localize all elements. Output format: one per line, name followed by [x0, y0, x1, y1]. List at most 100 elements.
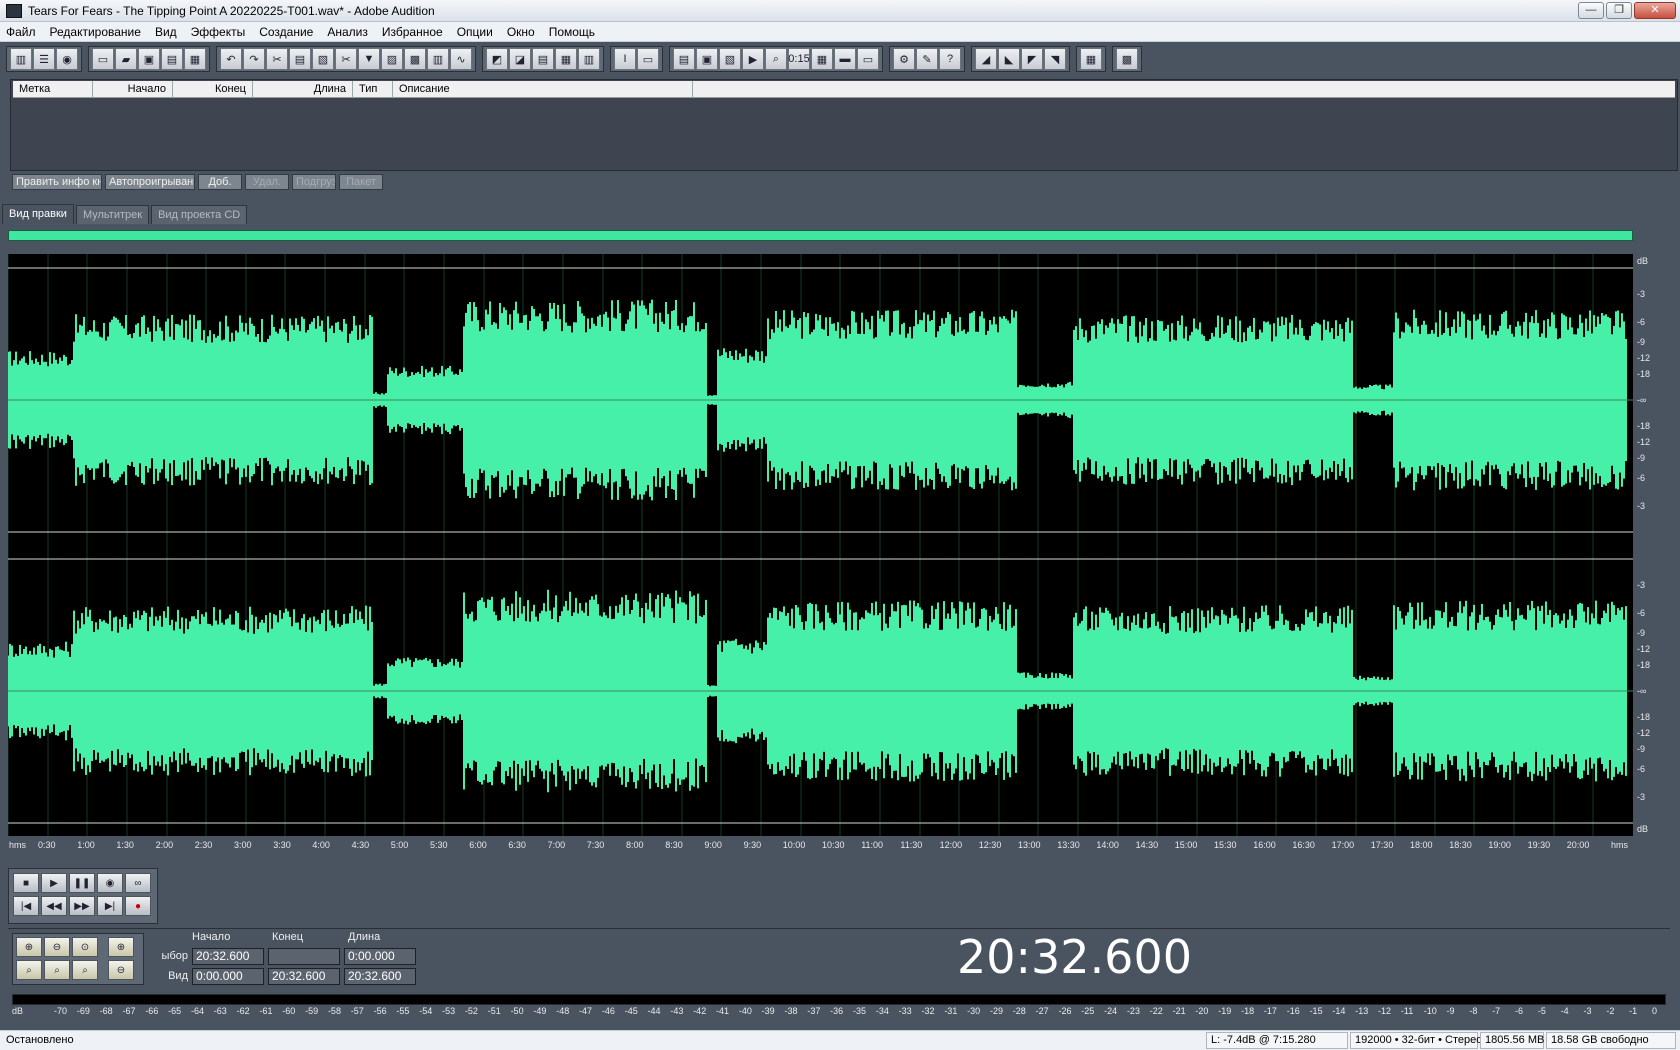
time-ruler[interactable]: hms hms 0:30 1:00 1:30 2:00 2:30 3:00 3:30 4:00…: [8, 836, 1633, 854]
new-file-icon[interactable]: ▭: [92, 48, 114, 70]
redo-icon[interactable]: ↷: [243, 48, 265, 70]
menu-help[interactable]: Помощь: [549, 25, 595, 39]
window-1-icon[interactable]: ▤: [673, 48, 695, 70]
column-start[interactable]: Начало: [93, 81, 173, 98]
silence-icon[interactable]: ◩: [486, 48, 508, 70]
tab-cd-project[interactable]: Вид проекта CD: [151, 205, 248, 224]
column-type[interactable]: Тип: [353, 81, 393, 98]
window-3-icon[interactable]: ▧: [719, 48, 741, 70]
edit-info-button[interactable]: Править инфо кна: [12, 174, 102, 190]
menu-analyze[interactable]: Анализ: [327, 25, 368, 39]
help-icon[interactable]: ?: [939, 48, 961, 70]
menu-favorites[interactable]: Избранное: [382, 25, 443, 39]
zoom-to-left-icon[interactable]: ⌕: [16, 960, 42, 980]
column-marker[interactable]: Метка: [13, 81, 93, 98]
selection-start-field[interactable]: 20:32.600: [192, 948, 264, 965]
selection-window-icon[interactable]: ▦: [811, 48, 833, 70]
play-to-end-icon[interactable]: ◉: [97, 873, 123, 893]
channel-right-icon[interactable]: ▥: [578, 48, 600, 70]
fast-forward-icon[interactable]: ▶▶: [69, 896, 95, 916]
status-window-icon[interactable]: ▭: [857, 48, 879, 70]
load-markers-button[interactable]: Подгруз: [292, 174, 336, 190]
view-length-field[interactable]: 20:32.600: [344, 968, 416, 985]
zoom-in-vertical-icon[interactable]: ⊕: [108, 937, 134, 957]
batch-button[interactable]: Пакет: [339, 174, 383, 190]
zoom-to-right-icon[interactable]: ⌕: [44, 960, 70, 980]
menu-effects[interactable]: Эффекты: [191, 25, 246, 39]
meter-tick-label: -36: [830, 1006, 844, 1016]
effect-4-icon[interactable]: ◥: [1044, 48, 1066, 70]
cut-icon[interactable]: ✂: [335, 48, 357, 70]
undo-icon[interactable]: ↶: [220, 48, 242, 70]
copy-new-icon[interactable]: ▧: [312, 48, 334, 70]
paste-icon[interactable]: ▼: [358, 48, 380, 70]
view-end-field[interactable]: 20:32.600: [268, 968, 340, 985]
copy-icon[interactable]: ▤: [289, 48, 311, 70]
mix-paste-icon[interactable]: ▩: [404, 48, 426, 70]
tab-edit-view[interactable]: Вид правки: [2, 204, 74, 224]
zoom-full-icon[interactable]: ⊙: [72, 937, 98, 957]
marquee-tool-icon[interactable]: ▭: [637, 48, 659, 70]
tab-multitrack[interactable]: Мультитрек: [75, 205, 150, 224]
column-description[interactable]: Описание: [393, 81, 693, 98]
add-marker-button[interactable]: Доб.: [198, 174, 242, 190]
spectral-icon[interactable]: ▩: [1116, 48, 1138, 70]
play-icon[interactable]: ▶: [41, 873, 67, 893]
channel-both-icon[interactable]: ▦: [555, 48, 577, 70]
zoom-out-horizontal-icon[interactable]: ⊖: [44, 937, 70, 957]
time-selection-tool-icon[interactable]: I: [614, 48, 636, 70]
pause-icon[interactable]: ❚❚: [69, 873, 95, 893]
effect-2-icon[interactable]: ◣: [998, 48, 1020, 70]
menu-edit[interactable]: Редактирование: [50, 25, 141, 39]
save-all-icon[interactable]: ▦: [184, 48, 206, 70]
autoplay-button[interactable]: Автопроигрывани: [105, 174, 195, 190]
go-to-end-icon[interactable]: ▶|: [97, 896, 123, 916]
menu-generate[interactable]: Создание: [259, 25, 313, 39]
zoom-in-horizontal-icon[interactable]: ⊕: [16, 937, 42, 957]
menu-window[interactable]: Окно: [507, 25, 535, 39]
transport-window-icon[interactable]: ▶: [742, 48, 764, 70]
effect-3-icon[interactable]: ◤: [1021, 48, 1043, 70]
channel-left-icon[interactable]: ▤: [532, 48, 554, 70]
zero-cross-icon[interactable]: ∿: [450, 48, 472, 70]
repeat-icon[interactable]: ✂: [266, 48, 288, 70]
cd-view-icon[interactable]: ◉: [56, 48, 78, 70]
selection-end-field[interactable]: [268, 948, 340, 965]
delete-marker-button[interactable]: Удал.: [245, 174, 289, 190]
stop-icon[interactable]: ■: [13, 873, 39, 893]
zoom-selection-icon[interactable]: ⌕: [72, 960, 98, 980]
rewind-icon[interactable]: ◀◀: [41, 896, 67, 916]
analysis-icon[interactable]: ▦: [1080, 48, 1102, 70]
effect-1-icon[interactable]: ◢: [975, 48, 997, 70]
selection-length-field[interactable]: 0:00.000: [344, 948, 416, 965]
overview-scroll-bar[interactable]: [8, 230, 1633, 241]
window-2-icon[interactable]: ▣: [696, 48, 718, 70]
paste-new-icon[interactable]: ▨: [381, 48, 403, 70]
multitrack-view-icon[interactable]: ☰: [33, 48, 55, 70]
close-button[interactable]: ✕: [1634, 2, 1676, 19]
menu-view[interactable]: Вид: [155, 25, 177, 39]
edit-view-icon[interactable]: ▥: [10, 48, 32, 70]
save-as-icon[interactable]: ▤: [161, 48, 183, 70]
save-icon[interactable]: ▣: [138, 48, 160, 70]
time-window-icon[interactable]: 0:15: [788, 48, 810, 70]
menu-options[interactable]: Опции: [457, 25, 493, 39]
column-length[interactable]: Длина: [253, 81, 353, 98]
zoom-out-vertical-icon[interactable]: ⊖: [108, 960, 134, 980]
menu-file[interactable]: Файл: [6, 25, 36, 39]
go-to-start-icon[interactable]: |◀: [13, 896, 39, 916]
record-icon[interactable]: ●: [125, 896, 151, 916]
levels-window-icon[interactable]: ▬: [834, 48, 856, 70]
view-start-field[interactable]: 0:00.000: [192, 968, 264, 985]
trim-icon[interactable]: ▥: [427, 48, 449, 70]
script-icon[interactable]: ✎: [916, 48, 938, 70]
waveform-display[interactable]: [8, 254, 1633, 836]
restore-button[interactable]: ❐: [1606, 2, 1632, 19]
settings-icon[interactable]: ⚙: [893, 48, 915, 70]
open-folder-icon[interactable]: ▰: [115, 48, 137, 70]
zoom-window-icon[interactable]: ⌕: [765, 48, 787, 70]
mute-icon[interactable]: ◪: [509, 48, 531, 70]
column-end[interactable]: Конец: [173, 81, 253, 98]
minimize-button[interactable]: —: [1578, 2, 1604, 19]
loop-icon[interactable]: ∞: [125, 873, 151, 893]
